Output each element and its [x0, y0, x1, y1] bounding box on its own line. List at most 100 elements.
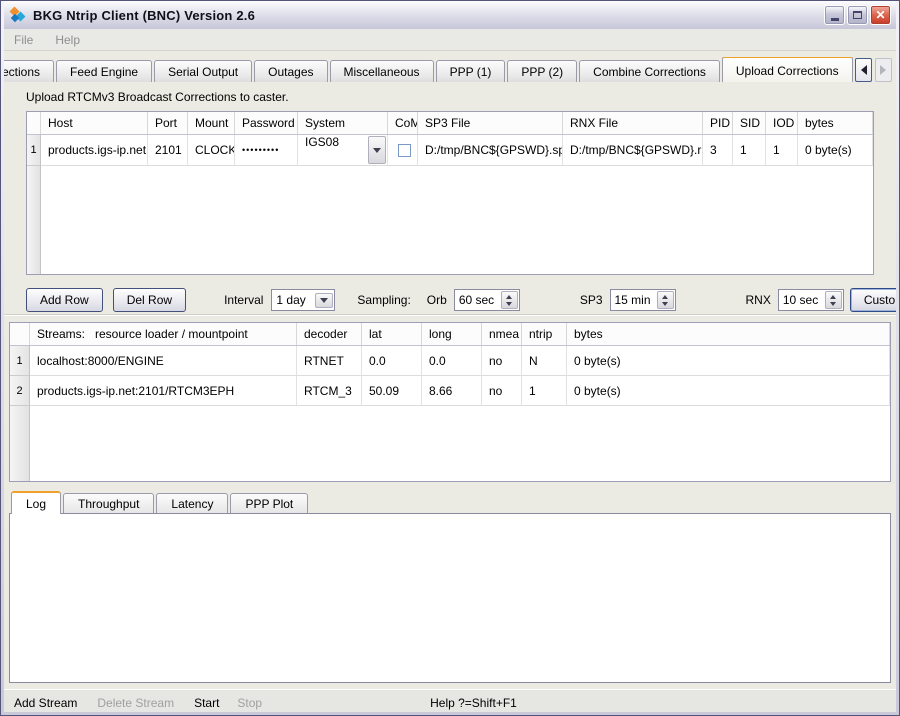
tab-throughput[interactable]: Throughput — [63, 493, 154, 513]
col-password[interactable]: Password — [235, 112, 298, 134]
combo-dropdown-button[interactable] — [315, 293, 333, 308]
tab-corrections[interactable]: rections — [4, 60, 54, 82]
col-mount[interactable]: Mount — [188, 112, 235, 134]
rnx-file-cell[interactable]: D:/tmp/BNC${GPSWD}.rnx — [563, 135, 703, 166]
add-stream-action[interactable]: Add Stream — [14, 696, 77, 710]
tab-upload-corrections[interactable]: Upload Corrections — [722, 57, 853, 82]
bytes-cell[interactable]: 0 byte(s) — [567, 376, 890, 406]
port-cell[interactable]: 2101 — [148, 135, 188, 166]
col-ntrip[interactable]: ntrip — [522, 323, 567, 345]
tab-serial-output[interactable]: Serial Output — [154, 60, 252, 82]
close-button[interactable]: ✕ — [870, 5, 891, 25]
tab-ppp-1[interactable]: PPP (1) — [436, 60, 506, 82]
lat-cell[interactable]: 0.0 — [362, 346, 422, 376]
table-row: 1 products.igs-ip.net 2101 CLOCK •••••••… — [27, 135, 873, 166]
tab-combine-corrections[interactable]: Combine Corrections — [579, 60, 720, 82]
col-sid[interactable]: SID — [733, 112, 766, 134]
row-number[interactable]: 1 — [10, 346, 30, 376]
com-checkbox[interactable] — [398, 144, 411, 157]
col-com[interactable]: CoM — [388, 112, 418, 134]
combo-dropdown-button[interactable] — [368, 136, 386, 164]
row-number[interactable]: 2 — [10, 376, 30, 406]
minimize-button[interactable] — [824, 5, 845, 25]
bottom-bar: Add Stream Delete Stream Start Stop Help… — [4, 689, 896, 712]
pid-cell[interactable]: 3 — [703, 135, 733, 166]
spinner-buttons[interactable] — [825, 291, 842, 309]
add-row-button[interactable]: Add Row — [26, 288, 103, 312]
menu-help[interactable]: Help — [55, 33, 80, 47]
mountpoint-cell[interactable]: localhost:8000/ENGINE — [30, 346, 297, 376]
col-nmea[interactable]: nmea — [482, 323, 522, 345]
ntrip-cell[interactable]: N — [522, 346, 567, 376]
stream-row[interactable]: 1 localhost:8000/ENGINE RTNET 0.0 0.0 no… — [10, 346, 890, 376]
mount-cell[interactable]: CLOCK — [188, 135, 235, 166]
nmea-cell[interactable]: no — [482, 376, 522, 406]
arrow-right-icon — [880, 65, 891, 75]
log-output[interactable] — [9, 513, 891, 683]
spinner-buttons[interactable] — [657, 291, 674, 309]
tab-log[interactable]: Log — [11, 491, 61, 514]
mountpoint-cell[interactable]: products.igs-ip.net:2101/RTCM3EPH — [30, 376, 297, 406]
col-bytes[interactable]: bytes — [567, 323, 890, 345]
col-system[interactable]: System — [298, 112, 388, 134]
help-shortcut-label[interactable]: Help ?=Shift+F1 — [430, 696, 517, 710]
col-bytes[interactable]: bytes — [798, 112, 873, 134]
orb-value: 60 sec — [455, 293, 494, 307]
orb-spinbox[interactable]: 60 sec — [454, 289, 520, 311]
long-cell[interactable]: 8.66 — [422, 376, 482, 406]
log-tabs: Log Throughput Latency PPP Plot — [9, 490, 891, 513]
sid-cell[interactable]: 1 — [733, 135, 766, 166]
rnx-value: 10 sec — [779, 293, 818, 307]
menubar: File Help — [4, 29, 896, 51]
maximize-button[interactable] — [847, 5, 868, 25]
tab-latency[interactable]: Latency — [156, 493, 228, 513]
rnx-spinbox[interactable]: 10 sec — [778, 289, 844, 311]
col-port[interactable]: Port — [148, 112, 188, 134]
spinner-buttons[interactable] — [501, 291, 518, 309]
decoder-cell[interactable]: RTCM_3 — [297, 376, 362, 406]
col-sp3-file[interactable]: SP3 File — [418, 112, 563, 134]
col-iod[interactable]: IOD — [766, 112, 798, 134]
col-pid[interactable]: PID — [703, 112, 733, 134]
decoder-cell[interactable]: RTNET — [297, 346, 362, 376]
del-row-button[interactable]: Del Row — [113, 288, 186, 312]
password-cell[interactable]: ••••••••• — [235, 135, 298, 166]
menu-file[interactable]: File — [14, 33, 33, 47]
col-long[interactable]: long — [422, 323, 482, 345]
interval-combobox[interactable]: 1 day — [271, 289, 335, 311]
bytes-cell[interactable]: 0 byte(s) — [798, 135, 873, 166]
titlebar[interactable]: BKG Ntrip Client (BNC) Version 2.6 ✕ — [4, 1, 896, 29]
tab-ppp-plot[interactable]: PPP Plot — [230, 493, 308, 513]
host-cell[interactable]: products.igs-ip.net — [41, 135, 148, 166]
long-cell[interactable]: 0.0 — [422, 346, 482, 376]
sp3-spinbox[interactable]: 15 min — [610, 289, 676, 311]
bytes-cell[interactable]: 0 byte(s) — [567, 346, 890, 376]
col-host[interactable]: Host — [41, 112, 148, 134]
start-action[interactable]: Start — [194, 696, 219, 710]
col-decoder[interactable]: decoder — [297, 323, 362, 345]
tab-miscellaneous[interactable]: Miscellaneous — [330, 60, 434, 82]
lat-cell[interactable]: 50.09 — [362, 376, 422, 406]
interval-value: 1 day — [272, 293, 305, 307]
upload-table-body: 1 products.igs-ip.net 2101 CLOCK •••••••… — [27, 135, 873, 274]
col-lat[interactable]: lat — [362, 323, 422, 345]
tab-scroll-left-button[interactable] — [855, 58, 872, 82]
spin-down-icon — [506, 302, 512, 309]
stream-row[interactable]: 2 products.igs-ip.net:2101/RTCM3EPH RTCM… — [10, 376, 890, 406]
tab-feed-engine[interactable]: Feed Engine — [56, 60, 152, 82]
row-number[interactable]: 1 — [27, 135, 41, 166]
streams-table: Streams: resource loader / mountpoint de… — [9, 322, 891, 482]
tab-scroll-right-button — [875, 58, 892, 82]
tab-outages[interactable]: Outages — [254, 60, 327, 82]
client-area: rections Feed Engine Serial Output Outag… — [4, 51, 896, 712]
iod-cell[interactable]: 1 — [766, 135, 798, 166]
nmea-cell[interactable]: no — [482, 346, 522, 376]
tab-ppp-2[interactable]: PPP (2) — [507, 60, 577, 82]
sp3-file-cell[interactable]: D:/tmp/BNC${GPSWD}.sp3 — [418, 135, 563, 166]
app-icon — [10, 7, 28, 23]
system-combobox[interactable]: IGS08 — [298, 135, 388, 166]
col-rnx-file[interactable]: RNX File — [563, 112, 703, 134]
custom-trafo-button[interactable]: Custom Trafo — [850, 288, 896, 312]
ntrip-cell[interactable]: 1 — [522, 376, 567, 406]
col-mountpoint[interactable]: Streams: resource loader / mountpoint — [30, 323, 297, 345]
